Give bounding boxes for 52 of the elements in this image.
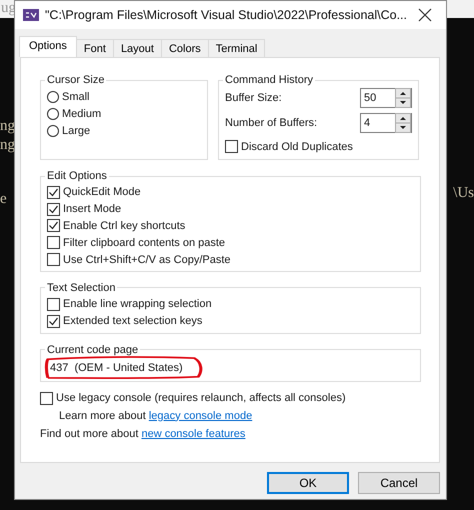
radio-option[interactable]: Small bbox=[47, 88, 201, 105]
checkbox-option[interactable]: QuickEdit Mode bbox=[47, 184, 414, 201]
checkbox-option[interactable]: Use Ctrl+Shift+C/V as Copy/Paste bbox=[47, 251, 414, 268]
console-text: ng bbox=[0, 118, 15, 135]
tab[interactable]: Terminal bbox=[208, 39, 266, 57]
checkbox-option[interactable]: Filter clipboard contents on paste bbox=[47, 234, 414, 252]
checkbox-option[interactable]: Discard Old Duplicates bbox=[225, 138, 412, 155]
spin-arrows-icon[interactable] bbox=[395, 113, 411, 133]
group-title: Cursor Size bbox=[46, 74, 106, 86]
link[interactable]: legacy console mode bbox=[148, 410, 252, 422]
tab[interactable]: Layout bbox=[112, 39, 162, 57]
checkbox-option[interactable]: Enable Ctrl key shortcuts bbox=[47, 218, 414, 234]
console-icon bbox=[23, 9, 39, 21]
checkbox[interactable] bbox=[47, 236, 60, 250]
radio-button[interactable] bbox=[47, 108, 59, 120]
group-title: Text Selection bbox=[46, 282, 116, 294]
checkbox[interactable] bbox=[47, 202, 60, 216]
checkbox[interactable] bbox=[40, 392, 53, 405]
radio-option[interactable]: Medium bbox=[47, 105, 201, 122]
checkbox-option[interactable]: Use legacy console (requires relaunch, affects all consoles) bbox=[40, 390, 421, 407]
field-label: Buffer Size: bbox=[225, 92, 282, 104]
info-text: Learn more about bbox=[59, 410, 146, 422]
checkbox-option[interactable]: Enable line wrapping selection bbox=[47, 296, 414, 313]
group-title: Current code page bbox=[46, 344, 140, 356]
checkbox[interactable] bbox=[225, 140, 238, 153]
checkbox[interactable] bbox=[47, 298, 60, 311]
radio-option[interactable]: Large bbox=[47, 122, 201, 139]
checkbox[interactable] bbox=[47, 186, 60, 199]
window-title: "C:\Program Files\Microsoft Visual Studio\2022\Professional\Co... bbox=[45, 8, 408, 22]
console-text: ng bbox=[0, 137, 15, 154]
radio-button[interactable] bbox=[47, 124, 59, 136]
console-text: \Us bbox=[453, 185, 474, 201]
number-spinner[interactable]: 4 bbox=[360, 113, 412, 133]
number-spinner[interactable]: 50 bbox=[360, 88, 412, 108]
close-icon[interactable] bbox=[418, 8, 432, 22]
spin-arrows-icon[interactable] bbox=[395, 88, 411, 108]
link[interactable]: new console features bbox=[141, 428, 246, 440]
cancel-button[interactable]: Cancel bbox=[358, 472, 440, 494]
group-title: Command History bbox=[224, 74, 314, 86]
info-text: Find out more about bbox=[40, 428, 138, 440]
ok-button[interactable]: OK bbox=[267, 472, 349, 494]
radio-button[interactable] bbox=[47, 90, 59, 102]
console-text: e bbox=[0, 191, 8, 208]
checkbox[interactable] bbox=[47, 253, 60, 266]
checkbox-option[interactable]: Extended text selection keys bbox=[47, 312, 414, 330]
checkbox[interactable] bbox=[47, 219, 60, 232]
field-label: Number of Buffers: bbox=[225, 117, 318, 129]
group-title: Edit Options bbox=[46, 170, 108, 182]
checkbox-option[interactable]: Insert Mode bbox=[47, 200, 414, 218]
checkbox[interactable] bbox=[47, 314, 60, 328]
code-page-value: 437 (OEM - United States) bbox=[50, 360, 183, 375]
tab[interactable]: Options bbox=[19, 36, 77, 57]
